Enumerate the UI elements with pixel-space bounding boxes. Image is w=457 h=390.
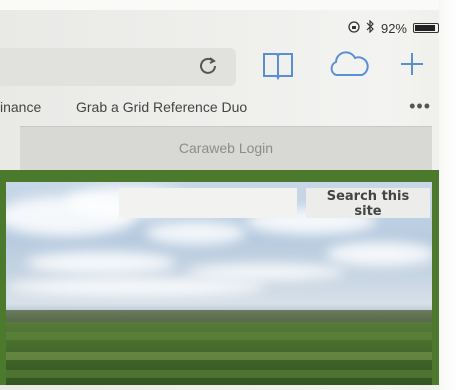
device-right-bezel: [439, 0, 457, 390]
reload-icon[interactable]: [196, 55, 220, 79]
battery-icon: [413, 23, 441, 33]
battery-percent: 92%: [380, 20, 407, 36]
rotation-lock-icon: [348, 20, 360, 36]
plus-icon[interactable]: [398, 50, 426, 83]
more-icon[interactable]: •••: [409, 96, 431, 117]
cloud-icon[interactable]: [326, 50, 370, 85]
site-search-input[interactable]: [119, 188, 297, 218]
tab-caraweb-login[interactable]: Caraweb Login: [20, 126, 432, 171]
book-icon[interactable]: [262, 50, 294, 85]
search-site-button[interactable]: Search this site: [306, 188, 430, 219]
bookmark-grid-reference[interactable]: Grab a Grid Reference Duo: [76, 99, 247, 115]
device-top-bezel: [0, 0, 457, 10]
bookmark-finance[interactable]: inance: [0, 99, 41, 115]
battery-fill: [415, 25, 436, 31]
status-bar: 92%: [348, 18, 441, 38]
bluetooth-icon: [366, 19, 375, 36]
tab-title: Caraweb Login: [178, 140, 274, 156]
bookmarks-bar: inance Grab a Grid Reference Duo: [0, 92, 440, 122]
fields: [6, 322, 432, 385]
